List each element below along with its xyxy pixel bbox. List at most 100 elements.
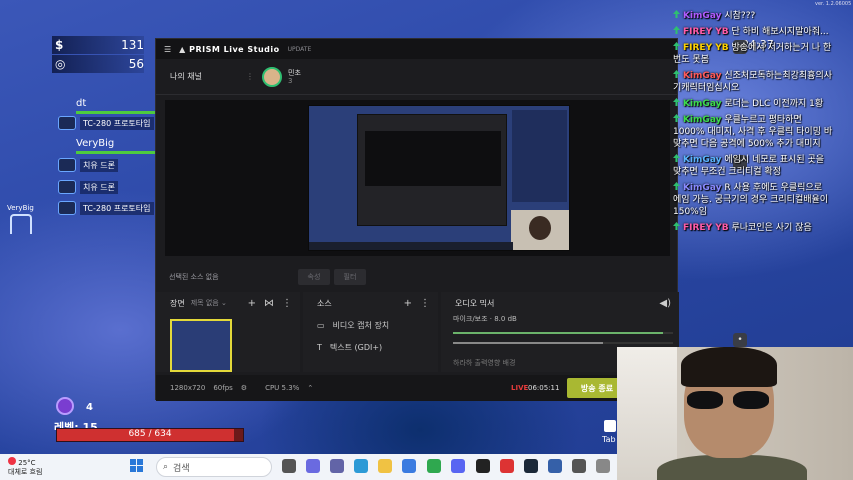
app-icon[interactable] <box>476 459 490 473</box>
properties-button[interactable]: 속성 <box>298 269 330 285</box>
scene-thumbnail[interactable] <box>170 319 232 372</box>
source-property-bar: 선택된 소스 없음 속성 필터 <box>156 264 679 290</box>
webcam-feed <box>617 347 853 480</box>
team-member-name: dt <box>76 98 87 109</box>
chat-text: 루나코인은 사기 잖음 <box>731 223 812 233</box>
channel-count: 3 <box>288 76 293 85</box>
edge-icon[interactable] <box>354 459 368 473</box>
search-placeholder: 검색 <box>173 463 190 474</box>
chevron-up-icon[interactable]: ⌃ <box>307 384 313 392</box>
chat-text: 시참??? <box>724 11 756 21</box>
app-icon[interactable] <box>572 459 586 473</box>
source-item[interactable]: ▭ 비디오 캡처 장치 <box>303 314 438 336</box>
chat-message: FIREY YB 단 하비 해보시지말아줘... <box>673 26 833 38</box>
chat-message: KimGay 로더는 DLC 이전까지 1황 <box>673 98 833 110</box>
chat-text: 로더는 DLC 이전까지 1황 <box>724 99 824 109</box>
chat-user: KimGay <box>683 11 722 21</box>
update-label[interactable]: UPDATE <box>288 46 312 53</box>
source-item[interactable]: T 텍스트 (GDI+) <box>303 336 438 358</box>
filters-button[interactable]: 필터 <box>334 269 366 285</box>
health-text: 685 / 634 <box>128 429 172 439</box>
skill-icon <box>56 397 74 415</box>
explorer-icon[interactable] <box>378 459 392 473</box>
channel-bar: 나의 채널 ⋮ 민초 3 <box>156 59 677 95</box>
avatar[interactable] <box>262 66 282 87</box>
chat-badge-icon <box>673 26 680 34</box>
mixer-channel: 마이크/보조 · 8.0 dB <box>453 315 517 323</box>
weather-widget[interactable]: 25°C 대체로 흐림 <box>8 457 42 477</box>
chat-message: FIREY YB 방송에서 저거하는거 나 한번도 못봄 <box>673 42 833 66</box>
more-icon[interactable]: ⋮ <box>246 72 254 81</box>
app-icon[interactable] <box>596 459 610 473</box>
live-timer: 06:05:11 <box>528 384 560 392</box>
discord-icon[interactable] <box>451 459 465 473</box>
weather-desc: 대체로 흐림 <box>8 468 43 476</box>
item-counter: 4 <box>86 402 93 413</box>
nested-webcam <box>511 210 569 250</box>
teams-icon[interactable] <box>330 459 344 473</box>
team-member-name: VeryBig <box>76 138 115 149</box>
volume-slider[interactable] <box>453 342 673 344</box>
game-icon[interactable] <box>548 459 562 473</box>
lunar-icon: ◎ <box>55 57 66 71</box>
chat-badge-icon <box>673 98 680 106</box>
add-scene-icon[interactable]: + <box>248 298 256 309</box>
mech-icon <box>58 116 76 130</box>
chat-badge-icon <box>673 114 680 122</box>
source-label: 비디오 캡처 장치 <box>332 320 390 330</box>
tab-key-label: Tab <box>602 435 616 444</box>
source-label: 텍스트 (GDI+) <box>329 342 383 352</box>
store-icon[interactable] <box>402 459 416 473</box>
weather-temp: 25°C <box>18 459 36 467</box>
preview-screen <box>308 105 570 251</box>
chat-user: KimGay <box>683 155 722 165</box>
mech-label: TC-280 프로토타입 <box>80 116 154 130</box>
weather-icon <box>8 457 16 465</box>
scene-collection-select[interactable]: 제목 없음 ⌄ <box>191 298 227 308</box>
task-view-icon[interactable] <box>282 459 296 473</box>
status-bar: 1280x720 60fps ⚙ CPU 5.3% ⌃ LIVE 06:05:1… <box>156 375 679 401</box>
chat-message: KimGay 에임시 네모로 표시된 곳을 맞추면 무조건 크리티컬 확정 <box>673 154 833 178</box>
chat-badge-icon <box>673 154 680 162</box>
mech-item: 치유 드론 <box>58 180 118 194</box>
selected-source-label: 선택된 소스 없음 <box>169 273 219 281</box>
live-indicator: LIVE <box>511 384 529 392</box>
resolution-label: 1280x720 <box>170 384 206 392</box>
prism-titlebar: ☰ ▲ PRISM Live Studio UPDATE <box>156 39 677 59</box>
settings-icon[interactable]: ⚙ <box>241 384 247 392</box>
more-icon[interactable]: ⋮ <box>282 298 292 309</box>
mech-item: TC-280 프로토타입 <box>58 201 154 215</box>
more-icon[interactable]: ⋮ <box>420 298 430 309</box>
start-button[interactable] <box>130 459 144 473</box>
mech-label: 치유 드론 <box>80 158 118 172</box>
chat-badge-icon <box>673 70 680 78</box>
nested-preview <box>365 131 501 186</box>
volume-icon[interactable]: ◀) <box>659 298 671 309</box>
taskbar-search[interactable]: ⌕ 검색 <box>156 457 272 477</box>
chat-badge-icon <box>673 42 680 50</box>
prism-logo: ▲ PRISM Live Studio <box>179 44 280 54</box>
camera-icon: ▭ <box>317 320 325 330</box>
scene-header: 장면 <box>170 298 185 308</box>
steam-icon[interactable] <box>524 459 538 473</box>
add-source-icon[interactable]: + <box>404 298 412 309</box>
transition-icon[interactable]: ⋈ <box>264 298 274 309</box>
team-member-2: VeryBig <box>76 138 161 154</box>
version-label: ver. 1.2.06005 <box>815 1 852 7</box>
preview-area[interactable] <box>165 100 670 256</box>
chat-panel: KimGay 시참??? FIREY YB 단 하비 해보시지말아줘... FI… <box>673 10 833 340</box>
search-icon: ⌕ <box>163 462 169 472</box>
menu-icon[interactable]: ☰ <box>164 45 171 54</box>
chat-message: KimGay 신조처모독하는최강최흉의사기캐릭터임십시오 <box>673 70 833 94</box>
chat-message: FIREY YB 루나코인은 사기 잖음 <box>673 222 833 234</box>
prism-taskbar-icon[interactable] <box>500 459 514 473</box>
scene-dock: 장면 제목 없음 ⌄ + ⋈ ⋮ <box>156 292 300 372</box>
lunar-counter: ◎ 56 <box>52 55 144 73</box>
scoreboard-icon <box>604 420 616 432</box>
chrome-icon[interactable] <box>427 459 441 473</box>
mech-item: TC-280 프로토타입 <box>58 116 154 130</box>
chat-user: KimGay <box>683 71 722 81</box>
copilot-icon[interactable] <box>306 459 320 473</box>
drone-icon <box>58 180 76 194</box>
channel-title: 나의 채널 <box>170 72 202 81</box>
